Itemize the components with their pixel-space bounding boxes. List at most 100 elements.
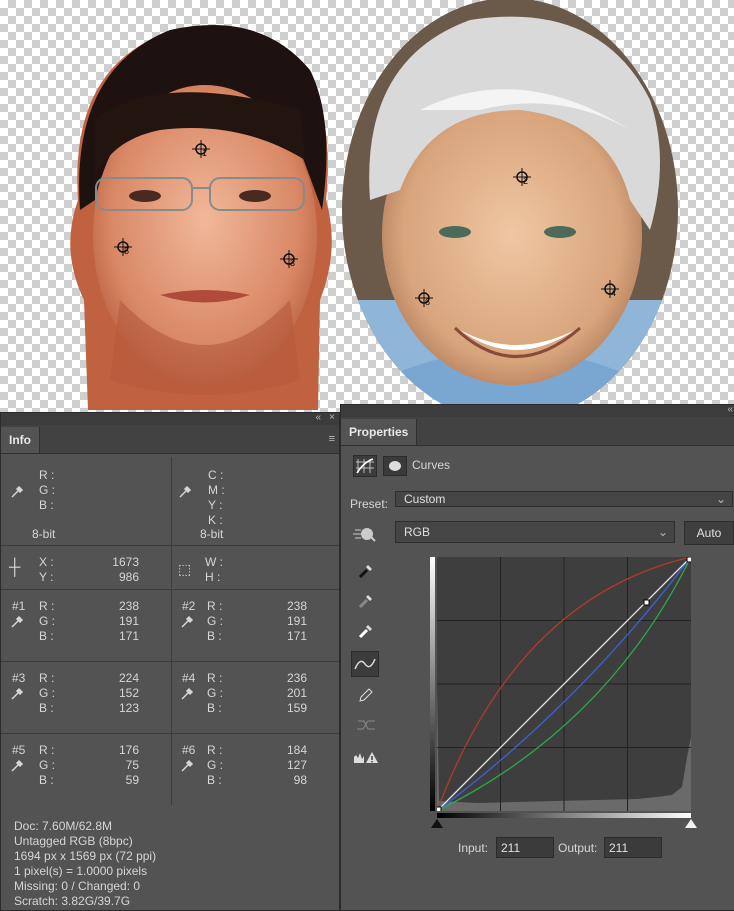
input-field[interactable]: 211 <box>496 837 554 858</box>
sampler-number: 6 <box>425 297 431 307</box>
color-sampler-1[interactable]: 1 <box>192 140 210 158</box>
crosshair-icon <box>415 289 433 307</box>
sampler-readout-6: #6 R :G :B : 184 127 98 <box>171 743 339 803</box>
sampler-id: #2 <box>182 599 196 613</box>
white-slider-handle[interactable] <box>685 819 697 828</box>
doc-info-line: 1694 px x 1569 px (72 ppi) <box>14 849 157 863</box>
column-divider <box>171 546 172 588</box>
column-divider <box>171 457 172 545</box>
edit-points-tool[interactable] <box>351 651 379 677</box>
eyedropper-gray-icon <box>358 595 372 609</box>
canvas-image <box>70 0 678 412</box>
g-value: 127 <box>286 758 307 772</box>
sampler-id: #1 <box>12 599 26 613</box>
black-slider-handle[interactable] <box>431 819 443 828</box>
preset-dropdown[interactable]: Custom ⌄ <box>395 491 733 507</box>
label-g: G : <box>207 758 224 772</box>
layer-mask-icon[interactable] <box>383 456 407 476</box>
b-value: 159 <box>286 701 307 715</box>
b-value: 123 <box>118 701 139 715</box>
clipping-warning-tool[interactable] <box>353 745 379 769</box>
panel-menu-icon[interactable]: ≡ <box>329 433 335 445</box>
draw-curve-tool[interactable] <box>353 683 379 707</box>
r-value: 238 <box>286 599 307 613</box>
section-divider <box>1 733 339 734</box>
smooth-icon <box>357 720 375 730</box>
sampler-number: 5 <box>124 246 130 256</box>
color-sampler-2[interactable]: 2 <box>513 168 531 186</box>
input-gradient-bar <box>437 813 691 818</box>
r-value: 238 <box>118 599 139 613</box>
label-g: G : <box>39 614 56 628</box>
histogram-warning-icon <box>354 752 378 763</box>
curve-points-icon <box>354 658 376 670</box>
document-canvas[interactable]: 1 2 3 4 5 6 <box>0 0 734 412</box>
color-sampler-4[interactable]: 4 <box>601 280 619 298</box>
column-divider <box>171 590 172 805</box>
close-icon[interactable]: × <box>329 412 335 423</box>
curve-point[interactable] <box>643 599 650 606</box>
black-point-eyedropper[interactable] <box>353 559 379 583</box>
sampler-number: 2 <box>523 176 529 186</box>
channel-dropdown[interactable]: RGB ⌄ <box>395 521 675 543</box>
output-label: Output: <box>558 841 598 855</box>
document-info: Doc: 7.60M/62.8M Untagged RGB (8bpc) 1694 … <box>14 819 156 909</box>
label-g: G : <box>39 758 56 772</box>
collapse-icon[interactable]: « <box>315 412 321 423</box>
preset-label: Preset: <box>350 497 389 511</box>
chevron-down-icon: ⌄ <box>657 525 668 539</box>
curves-grid-icon <box>356 458 374 474</box>
color-sampler-6[interactable]: 6 <box>415 289 433 307</box>
channel-value: RGB <box>404 525 431 539</box>
eyedropper-icon[interactable] <box>180 687 194 701</box>
curves-graph[interactable] <box>437 557 691 811</box>
r-value: 236 <box>286 671 307 685</box>
g-value: 152 <box>118 686 139 700</box>
label-c: C : <box>208 468 224 482</box>
input-label: Input: <box>458 841 489 855</box>
curve-endpoint-white[interactable] <box>686 557 691 563</box>
properties-panel: « Properties Curves Preset: Custom ⌄ RGB… <box>340 404 734 911</box>
collapse-icon[interactable]: « <box>727 404 733 415</box>
gray-point-eyedropper[interactable] <box>353 589 379 613</box>
label-r: R : <box>207 599 223 613</box>
eyedropper-icon[interactable] <box>10 759 24 773</box>
smooth-curve-tool[interactable] <box>353 713 379 737</box>
eyedropper-icon[interactable] <box>10 687 24 701</box>
section-divider <box>1 589 339 590</box>
tab-info[interactable]: Info <box>1 427 40 453</box>
label-r: R : <box>207 671 223 685</box>
label-b: B : <box>207 773 222 787</box>
bit-depth-label: 8-bit <box>200 527 224 541</box>
color-sampler-5[interactable]: 5 <box>114 238 132 256</box>
auto-button[interactable]: Auto <box>684 521 734 545</box>
white-point-eyedropper[interactable] <box>353 619 379 643</box>
eyedropper-white-icon <box>358 625 372 639</box>
sampler-readout-2: #2 R :G :B : 238 191 171 <box>171 599 339 659</box>
crosshair-icon <box>192 140 210 158</box>
label-x: X : <box>39 555 54 569</box>
g-value: 75 <box>125 758 139 772</box>
target-adjustment-icon[interactable] <box>351 525 377 543</box>
r-value: 224 <box>118 671 139 685</box>
eyedropper-icon[interactable] <box>10 615 24 629</box>
b-value: 59 <box>125 773 139 787</box>
curves-adjustment-icon[interactable] <box>353 455 377 477</box>
crosshair-icon <box>513 168 531 186</box>
color-sampler-3[interactable]: 3 <box>280 250 298 268</box>
eyedropper-icon[interactable] <box>180 615 194 629</box>
doc-info-line: Doc: 7.60M/62.8M <box>14 819 113 833</box>
sampler-readout-1: #1 R :G :B : 238 191 171 <box>1 599 169 659</box>
curve-endpoint-black[interactable] <box>437 806 442 811</box>
tab-properties[interactable]: Properties <box>341 419 418 445</box>
label-h: H : <box>205 570 221 584</box>
sampler-id: #6 <box>182 743 196 757</box>
output-field[interactable]: 211 <box>604 837 662 858</box>
preset-value: Custom <box>404 492 446 506</box>
eyedropper-icon[interactable] <box>10 485 24 499</box>
label-b: B : <box>39 701 54 715</box>
label-r: R : <box>207 743 223 757</box>
eyedropper-icon[interactable] <box>178 485 192 499</box>
eyedropper-icon[interactable] <box>180 759 194 773</box>
r-value: 176 <box>118 743 139 757</box>
